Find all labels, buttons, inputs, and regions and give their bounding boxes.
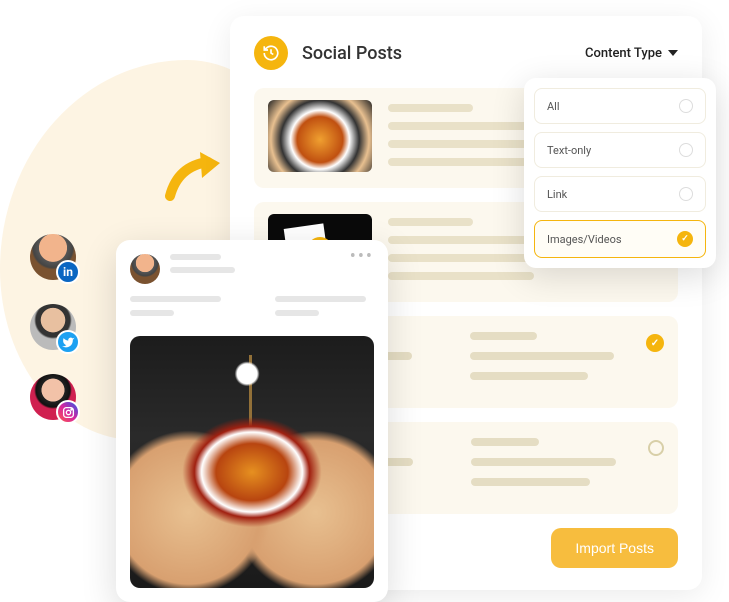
option-label: All bbox=[547, 100, 560, 113]
option-radio bbox=[679, 99, 693, 113]
arrow-icon bbox=[164, 148, 228, 208]
card-header: ••• bbox=[130, 254, 374, 284]
option-label: Link bbox=[547, 188, 567, 201]
chevron-down-icon bbox=[668, 50, 678, 56]
option-radio bbox=[679, 143, 693, 157]
post-select-radio[interactable] bbox=[646, 334, 664, 352]
content-type-dropdown: All Text-only Link Images/Videos bbox=[524, 78, 716, 268]
social-avatars: in bbox=[30, 234, 76, 420]
content-type-dropdown-trigger[interactable]: Content Type bbox=[585, 46, 678, 61]
avatar-twitter[interactable] bbox=[30, 304, 76, 350]
card-avatar bbox=[130, 254, 160, 284]
option-label: Images/Videos bbox=[547, 233, 622, 246]
history-icon bbox=[254, 36, 288, 70]
instagram-icon bbox=[56, 400, 80, 424]
dropdown-option-all[interactable]: All bbox=[534, 88, 706, 124]
panel-title: Social Posts bbox=[302, 43, 402, 64]
post-thumbnail bbox=[268, 100, 372, 172]
card-image bbox=[130, 336, 374, 588]
content-type-label: Content Type bbox=[585, 46, 662, 61]
import-posts-button[interactable]: Import Posts bbox=[551, 528, 678, 568]
panel-header: Social Posts Content Type bbox=[254, 36, 678, 70]
twitter-icon bbox=[56, 330, 80, 354]
avatar-instagram[interactable] bbox=[30, 374, 76, 420]
dropdown-option-link[interactable]: Link bbox=[534, 176, 706, 212]
option-radio bbox=[677, 231, 693, 247]
dropdown-option-text-only[interactable]: Text-only bbox=[534, 132, 706, 168]
post-preview-card: ••• bbox=[116, 240, 388, 602]
option-radio bbox=[679, 187, 693, 201]
post-select-radio[interactable] bbox=[648, 440, 664, 456]
option-label: Text-only bbox=[547, 144, 591, 157]
avatar-linkedin[interactable]: in bbox=[30, 234, 76, 280]
card-author-lines bbox=[170, 254, 340, 280]
linkedin-icon: in bbox=[56, 260, 80, 284]
dropdown-option-images-videos[interactable]: Images/Videos bbox=[534, 220, 706, 258]
card-body-lines bbox=[130, 296, 374, 324]
more-icon[interactable]: ••• bbox=[350, 254, 374, 260]
